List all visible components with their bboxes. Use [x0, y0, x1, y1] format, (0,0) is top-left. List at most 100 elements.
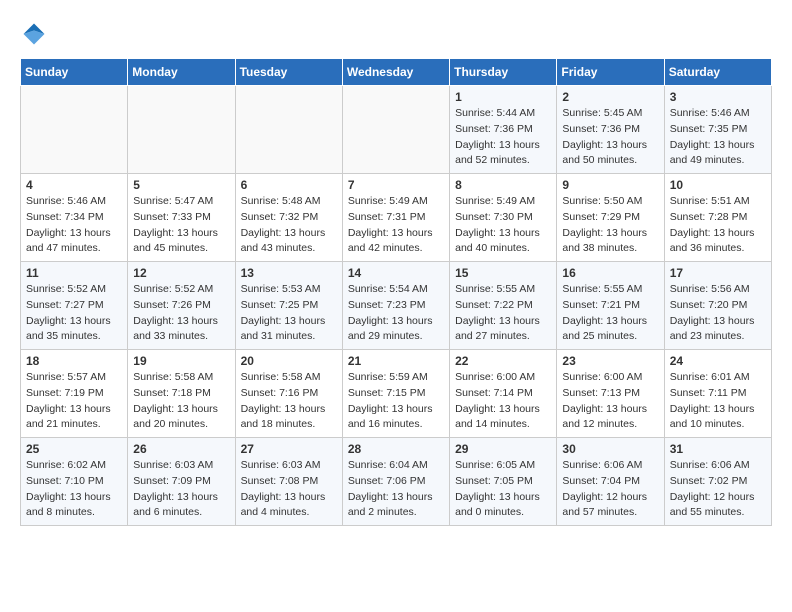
calendar-week-row: 18 Sunrise: 5:57 AM Sunset: 7:19 PM Dayli…	[21, 350, 772, 438]
calendar-cell: 26 Sunrise: 6:03 AM Sunset: 7:09 PM Dayli…	[128, 438, 235, 526]
day-number: 14	[348, 266, 444, 280]
calendar-cell	[342, 86, 449, 174]
day-number: 27	[241, 442, 337, 456]
day-number: 22	[455, 354, 551, 368]
day-number: 13	[241, 266, 337, 280]
calendar-cell: 27 Sunrise: 6:03 AM Sunset: 7:08 PM Dayli…	[235, 438, 342, 526]
day-info: Sunrise: 6:06 AM Sunset: 7:04 PM Dayligh…	[562, 458, 658, 521]
day-of-week-header: Wednesday	[342, 59, 449, 86]
day-number: 24	[670, 354, 766, 368]
day-number: 11	[26, 266, 122, 280]
day-number: 19	[133, 354, 229, 368]
calendar-cell: 29 Sunrise: 6:05 AM Sunset: 7:05 PM Dayli…	[450, 438, 557, 526]
day-info: Sunrise: 5:45 AM Sunset: 7:36 PM Dayligh…	[562, 106, 658, 169]
day-number: 20	[241, 354, 337, 368]
calendar-cell: 5Sunrise: 5:47 AM Sunset: 7:33 PM Daylig…	[128, 174, 235, 262]
calendar-cell: 13Sunrise: 5:53 AM Sunset: 7:25 PM Dayli…	[235, 262, 342, 350]
day-info: Sunrise: 5:59 AM Sunset: 7:15 PM Dayligh…	[348, 370, 444, 433]
days-of-week-row: SundayMondayTuesdayWednesdayThursdayFrid…	[21, 59, 772, 86]
day-of-week-header: Monday	[128, 59, 235, 86]
calendar-body: 1Sunrise: 5:44 AM Sunset: 7:36 PM Daylig…	[21, 86, 772, 526]
day-number: 10	[670, 178, 766, 192]
day-number: 4	[26, 178, 122, 192]
day-info: Sunrise: 5:50 AM Sunset: 7:29 PM Dayligh…	[562, 194, 658, 257]
calendar-cell: 11Sunrise: 5:52 AM Sunset: 7:27 PM Dayli…	[21, 262, 128, 350]
calendar-cell: 2 Sunrise: 5:45 AM Sunset: 7:36 PM Daylig…	[557, 86, 664, 174]
day-number: 23	[562, 354, 658, 368]
day-number: 25	[26, 442, 122, 456]
calendar-cell	[128, 86, 235, 174]
day-info: Sunrise: 5:49 AM Sunset: 7:30 PM Dayligh…	[455, 194, 551, 257]
day-info: Sunrise: 6:05 AM Sunset: 7:05 PM Dayligh…	[455, 458, 551, 521]
day-info: Sunrise: 6:01 AM Sunset: 7:11 PM Dayligh…	[670, 370, 766, 433]
calendar-cell: 8Sunrise: 5:49 AM Sunset: 7:30 PM Daylig…	[450, 174, 557, 262]
calendar-cell	[21, 86, 128, 174]
day-info: Sunrise: 5:54 AM Sunset: 7:23 PM Dayligh…	[348, 282, 444, 345]
day-of-week-header: Thursday	[450, 59, 557, 86]
day-of-week-header: Saturday	[664, 59, 771, 86]
calendar-cell: 18 Sunrise: 5:57 AM Sunset: 7:19 PM Dayli…	[21, 350, 128, 438]
day-info: Sunrise: 5:56 AM Sunset: 7:20 PM Dayligh…	[670, 282, 766, 345]
day-number: 6	[241, 178, 337, 192]
day-info: Sunrise: 5:58 AM Sunset: 7:16 PM Dayligh…	[241, 370, 337, 433]
day-info: Sunrise: 5:55 AM Sunset: 7:22 PM Dayligh…	[455, 282, 551, 345]
calendar-cell: 16 Sunrise: 5:55 AM Sunset: 7:21 PM Dayli…	[557, 262, 664, 350]
calendar-week-row: 4 Sunrise: 5:46 AM Sunset: 7:34 PM Daylig…	[21, 174, 772, 262]
day-number: 26	[133, 442, 229, 456]
day-number: 5	[133, 178, 229, 192]
calendar-cell: 20 Sunrise: 5:58 AM Sunset: 7:16 PM Dayli…	[235, 350, 342, 438]
day-number: 17	[670, 266, 766, 280]
calendar-cell: 19 Sunrise: 5:58 AM Sunset: 7:18 PM Dayli…	[128, 350, 235, 438]
day-number: 9	[562, 178, 658, 192]
day-info: Sunrise: 5:46 AM Sunset: 7:34 PM Dayligh…	[26, 194, 122, 257]
day-number: 1	[455, 90, 551, 104]
calendar-cell: 22 Sunrise: 6:00 AM Sunset: 7:14 PM Dayli…	[450, 350, 557, 438]
day-number: 28	[348, 442, 444, 456]
day-number: 16	[562, 266, 658, 280]
calendar-cell: 25Sunrise: 6:02 AM Sunset: 7:10 PM Dayli…	[21, 438, 128, 526]
calendar-cell: 24 Sunrise: 6:01 AM Sunset: 7:11 PM Dayli…	[664, 350, 771, 438]
calendar-cell: 1Sunrise: 5:44 AM Sunset: 7:36 PM Daylig…	[450, 86, 557, 174]
calendar-cell: 3Sunrise: 5:46 AM Sunset: 7:35 PM Daylig…	[664, 86, 771, 174]
calendar-cell: 17 Sunrise: 5:56 AM Sunset: 7:20 PM Dayli…	[664, 262, 771, 350]
day-info: Sunrise: 5:57 AM Sunset: 7:19 PM Dayligh…	[26, 370, 122, 433]
day-info: Sunrise: 5:52 AM Sunset: 7:26 PM Dayligh…	[133, 282, 229, 345]
day-info: Sunrise: 5:46 AM Sunset: 7:35 PM Dayligh…	[670, 106, 766, 169]
day-info: Sunrise: 5:49 AM Sunset: 7:31 PM Dayligh…	[348, 194, 444, 257]
calendar-week-row: 11Sunrise: 5:52 AM Sunset: 7:27 PM Dayli…	[21, 262, 772, 350]
page-header	[20, 20, 772, 48]
logo-icon	[20, 20, 48, 48]
calendar-cell: 9 Sunrise: 5:50 AM Sunset: 7:29 PM Daylig…	[557, 174, 664, 262]
calendar-cell	[235, 86, 342, 174]
logo	[20, 20, 52, 48]
day-info: Sunrise: 6:03 AM Sunset: 7:08 PM Dayligh…	[241, 458, 337, 521]
calendar-cell: 21 Sunrise: 5:59 AM Sunset: 7:15 PM Dayli…	[342, 350, 449, 438]
day-number: 7	[348, 178, 444, 192]
day-number: 21	[348, 354, 444, 368]
day-info: Sunrise: 6:00 AM Sunset: 7:14 PM Dayligh…	[455, 370, 551, 433]
calendar-cell: 23 Sunrise: 6:00 AM Sunset: 7:13 PM Dayli…	[557, 350, 664, 438]
day-of-week-header: Sunday	[21, 59, 128, 86]
day-info: Sunrise: 5:55 AM Sunset: 7:21 PM Dayligh…	[562, 282, 658, 345]
calendar-cell: 31Sunrise: 6:06 AM Sunset: 7:02 PM Dayli…	[664, 438, 771, 526]
calendar-table: SundayMondayTuesdayWednesdayThursdayFrid…	[20, 58, 772, 526]
day-of-week-header: Tuesday	[235, 59, 342, 86]
calendar-cell: 10Sunrise: 5:51 AM Sunset: 7:28 PM Dayli…	[664, 174, 771, 262]
day-number: 29	[455, 442, 551, 456]
day-number: 12	[133, 266, 229, 280]
day-info: Sunrise: 6:00 AM Sunset: 7:13 PM Dayligh…	[562, 370, 658, 433]
calendar-cell: 15 Sunrise: 5:55 AM Sunset: 7:22 PM Dayli…	[450, 262, 557, 350]
calendar-cell: 30Sunrise: 6:06 AM Sunset: 7:04 PM Dayli…	[557, 438, 664, 526]
calendar-week-row: 25Sunrise: 6:02 AM Sunset: 7:10 PM Dayli…	[21, 438, 772, 526]
day-info: Sunrise: 6:04 AM Sunset: 7:06 PM Dayligh…	[348, 458, 444, 521]
calendar-header: SundayMondayTuesdayWednesdayThursdayFrid…	[21, 59, 772, 86]
day-info: Sunrise: 6:03 AM Sunset: 7:09 PM Dayligh…	[133, 458, 229, 521]
day-number: 15	[455, 266, 551, 280]
day-of-week-header: Friday	[557, 59, 664, 86]
calendar-cell: 7 Sunrise: 5:49 AM Sunset: 7:31 PM Daylig…	[342, 174, 449, 262]
calendar-cell: 14 Sunrise: 5:54 AM Sunset: 7:23 PM Dayli…	[342, 262, 449, 350]
day-number: 18	[26, 354, 122, 368]
day-info: Sunrise: 5:58 AM Sunset: 7:18 PM Dayligh…	[133, 370, 229, 433]
calendar-cell: 4 Sunrise: 5:46 AM Sunset: 7:34 PM Daylig…	[21, 174, 128, 262]
day-number: 2	[562, 90, 658, 104]
